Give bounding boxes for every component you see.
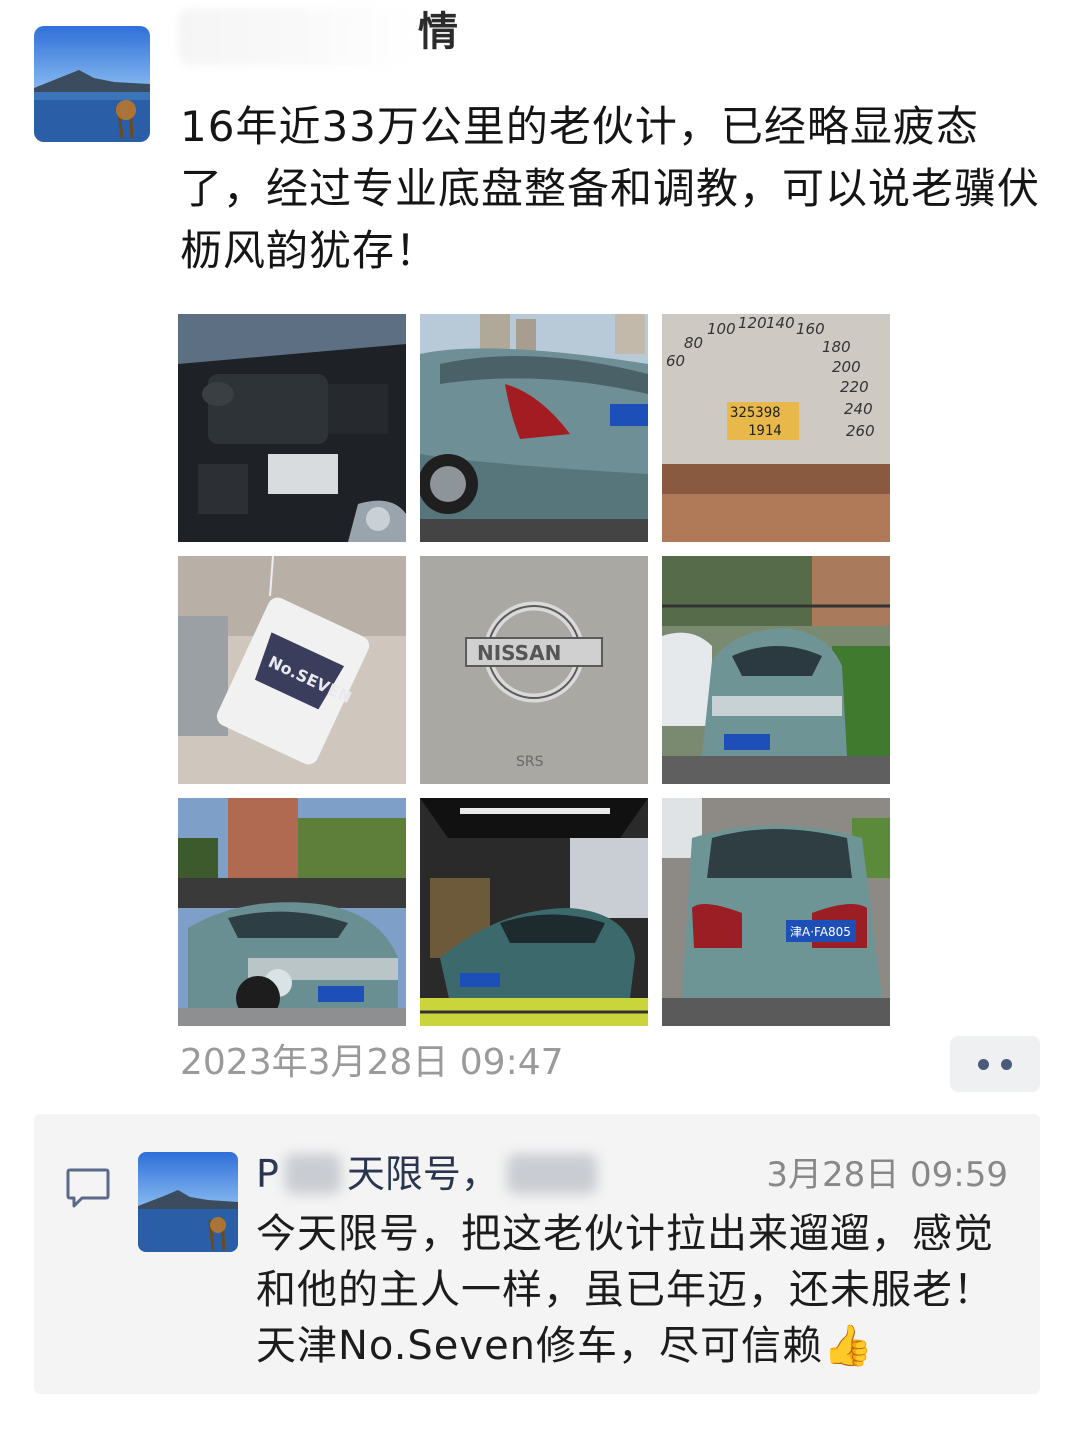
svg-text:140: 140 (766, 314, 795, 332)
more-options-button[interactable] (950, 1036, 1040, 1092)
comment-time: 3月28日 09:59 (766, 1155, 1008, 1195)
post-timestamp: 2023年3月28日 09:47 (180, 1042, 564, 1083)
photo-air-freshener[interactable]: No.SEVEN (178, 556, 406, 784)
svg-text:60: 60 (666, 352, 685, 370)
comment-icon (64, 1166, 112, 1210)
car-workshop-image (420, 798, 648, 1026)
name-blur-mask (284, 1154, 341, 1194)
comment-text: 今天限号，把这老伙计拉出来遛遛，感觉和他的主人一样，虽已年迈，还未服老！天津No… (256, 1211, 994, 1369)
photo-car-front-garden[interactable] (178, 798, 406, 1026)
srs-text: SRS (516, 754, 544, 770)
name-blur-mask (506, 1154, 597, 1194)
photo-car-front-parked[interactable] (662, 556, 890, 784)
car-rear-image (420, 314, 648, 542)
odometer-image: 100 120 140 160180 200 220 240 260 8060 32539… (662, 314, 890, 542)
car-front-garden-image (178, 798, 406, 1026)
svg-text:260: 260 (846, 422, 875, 440)
photo-engine-bay[interactable] (178, 314, 406, 542)
car-rear-plate-image: 津A·FA805 (662, 798, 890, 1026)
trip-reading: 1914 (748, 423, 782, 439)
commenter-name[interactable]: P 天限号， (256, 1148, 597, 1200)
author-name-blurred (178, 8, 418, 66)
photo-car-rear[interactable] (420, 314, 648, 542)
photo-odometer[interactable]: 100 120 140 160 180 200 220 240 260 80 60 32539… (662, 314, 890, 542)
svg-text:80: 80 (684, 334, 703, 352)
svg-text:120: 120 (738, 314, 767, 332)
svg-text:180: 180 (822, 338, 851, 356)
car-front-parked-image (662, 556, 890, 784)
more-dots-icon (1001, 1058, 1012, 1070)
odometer-reading: 325398 (730, 405, 781, 421)
commenter-name-visible: 天限号， (346, 1152, 499, 1196)
post-author-name[interactable]: ‎情 (418, 4, 458, 60)
lake-landscape-image (138, 1152, 238, 1252)
photo-nissan-logo[interactable]: NISSAN SRS (420, 556, 648, 784)
post-avatar[interactable] (34, 26, 150, 142)
nissan-steering-wheel-image: NISSAN SRS (420, 556, 648, 784)
air-freshener-image: No.SEVEN (178, 556, 406, 784)
photo-car-workshop[interactable] (420, 798, 648, 1026)
lake-landscape-image (34, 26, 150, 142)
nissan-brand-text: NISSAN (477, 641, 561, 665)
more-dots-icon (978, 1058, 989, 1070)
commenter-avatar[interactable] (138, 1152, 238, 1252)
svg-text:100: 100 (707, 320, 736, 338)
svg-text:160: 160 (796, 320, 825, 338)
photo-grid: 100 120 140 160 180 200 220 240 260 80 60 32539… (178, 314, 890, 1026)
engine-bay-image (178, 314, 406, 542)
post-text: 16年近33万公里的老伙计，已经略显疲态了，经过专业底盘整备和调教，可以说老骥伏… (180, 102, 1041, 275)
photo-car-rear-plate[interactable]: 津A·FA805 (662, 798, 890, 1026)
svg-text:200: 200 (832, 358, 861, 376)
commenter-name-prefix: P (256, 1152, 279, 1196)
svg-text:240: 240 (844, 400, 873, 418)
svg-text:220: 220 (840, 378, 869, 396)
license-plate-text: 津A·FA805 (790, 925, 851, 939)
